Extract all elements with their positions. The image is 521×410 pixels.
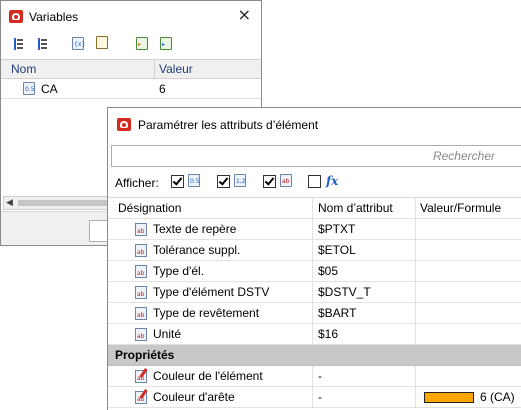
section-title: Propriétés: [115, 348, 175, 362]
column-header-value-formula[interactable]: Valeur/Formule: [420, 201, 501, 215]
row-designation: Tolérance suppl.: [153, 243, 241, 257]
app-icon: [117, 118, 131, 131]
sort-ascending-icon[interactable]: [7, 37, 23, 53]
variables-table-header: Nom Valeur: [1, 59, 261, 79]
row-designation: Couleur d'arête: [153, 390, 235, 404]
attributes-titlebar[interactable]: Paramétrer les attributs d’élément: [108, 108, 521, 140]
attribute-list-icon: ab: [135, 244, 147, 257]
attribute-list-icon: ab: [135, 328, 147, 341]
horizontal-scrollbar[interactable]: ◀: [3, 196, 111, 210]
column-header-name[interactable]: Nom: [11, 62, 36, 76]
column-header-attribute-name[interactable]: Nom d’attribut: [318, 201, 393, 215]
close-icon[interactable]: ×: [238, 7, 251, 23]
table-row[interactable]: ab Unité $16: [108, 324, 521, 345]
clipboard-icon[interactable]: [96, 36, 108, 49]
attribute-list-icon: ab: [135, 223, 147, 236]
row-attribute-name: $16: [318, 327, 339, 341]
filter-number-checkbox[interactable]: [217, 175, 230, 188]
variable-value[interactable]: 6: [159, 82, 166, 96]
scrollbar-thumb[interactable]: [18, 200, 110, 206]
app-icon: [9, 10, 23, 23]
row-value[interactable]: 6 (CA): [480, 390, 515, 404]
row-designation: Couleur de l'élément: [153, 369, 263, 383]
variables-titlebar[interactable]: Variables ×: [1, 1, 261, 31]
edit-attribute-icon: ab: [135, 391, 147, 404]
row-designation: Type d'él.: [153, 264, 204, 278]
filter-list-checkbox[interactable]: [263, 175, 276, 188]
attributes-title: Paramétrer les attributs d’élément: [138, 118, 319, 132]
row-attribute-name: $DSTV_T: [318, 285, 371, 299]
search-input[interactable]: [112, 146, 521, 166]
attribute-number-icon: 1,2: [234, 174, 246, 187]
sort-descending-icon[interactable]: [31, 37, 47, 53]
search-box[interactable]: [111, 145, 521, 167]
attribute-text-icon: 0.5: [188, 174, 200, 187]
row-attribute-name: $ETOL: [318, 243, 356, 257]
variable-icon: 0.5: [23, 82, 35, 95]
table-row[interactable]: ab Couleur d'arête - 6 (CA): [108, 387, 521, 408]
row-designation: Unité: [153, 327, 182, 341]
filter-row: Afficher: 0.5 1,2 ab fx: [108, 172, 521, 194]
row-attribute-name: $BART: [318, 306, 357, 320]
table-row[interactable]: ab Type de revêtement $BART: [108, 303, 521, 324]
row-attribute-name: -: [318, 390, 322, 404]
edit-attribute-icon: ab: [135, 370, 147, 383]
attribute-list-icon: ab: [135, 286, 147, 299]
attribute-list-icon: ab: [135, 307, 147, 320]
table-row[interactable]: ab Tolérance suppl. $ETOL: [108, 240, 521, 261]
attribute-list-icon: ab: [135, 265, 147, 278]
filter-formula-checkbox[interactable]: [308, 175, 321, 188]
row-attribute-name: $PTXT: [318, 222, 356, 236]
formula-icon: fx: [326, 174, 339, 188]
attribute-list-icon: ab: [280, 174, 292, 187]
attributes-window: Paramétrer les attributs d’élément Affic…: [107, 107, 521, 410]
filter-text-checkbox[interactable]: [171, 175, 184, 188]
section-header-properties[interactable]: Propriétés: [108, 345, 521, 366]
row-designation: Texte de repère: [153, 222, 237, 236]
row-designation: Type d'élément DSTV: [153, 285, 270, 299]
table-header: Désignation Nom d’attribut Valeur/Formul…: [108, 198, 521, 219]
table-row[interactable]: 0.5 CA 6: [1, 79, 261, 99]
scroll-left-icon[interactable]: ◀: [6, 197, 13, 208]
table-row[interactable]: ab Type d'élément DSTV $DSTV_T: [108, 282, 521, 303]
row-attribute-name: $05: [318, 264, 339, 278]
export-icon[interactable]: ▸: [160, 37, 172, 50]
table-row[interactable]: ab Type d'él. $05: [108, 261, 521, 282]
row-designation: Type de revêtement: [153, 306, 260, 320]
variables-toolbar: {x} ▸ ▸: [1, 33, 261, 57]
row-attribute-name: -: [318, 369, 322, 383]
table-row[interactable]: ab Couleur de l'élément -: [108, 366, 521, 387]
variables-title: Variables: [29, 10, 79, 24]
table-row[interactable]: ab Texte de repère $PTXT: [108, 219, 521, 240]
variable-icon[interactable]: {x}: [72, 37, 85, 50]
column-header-value[interactable]: Valeur: [159, 62, 193, 76]
afficher-label: Afficher:: [115, 176, 159, 190]
import-icon[interactable]: ▸: [136, 37, 148, 50]
column-header-designation[interactable]: Désignation: [118, 201, 181, 215]
variable-name: CA: [41, 82, 58, 96]
edge-color-swatch[interactable]: [424, 392, 474, 403]
